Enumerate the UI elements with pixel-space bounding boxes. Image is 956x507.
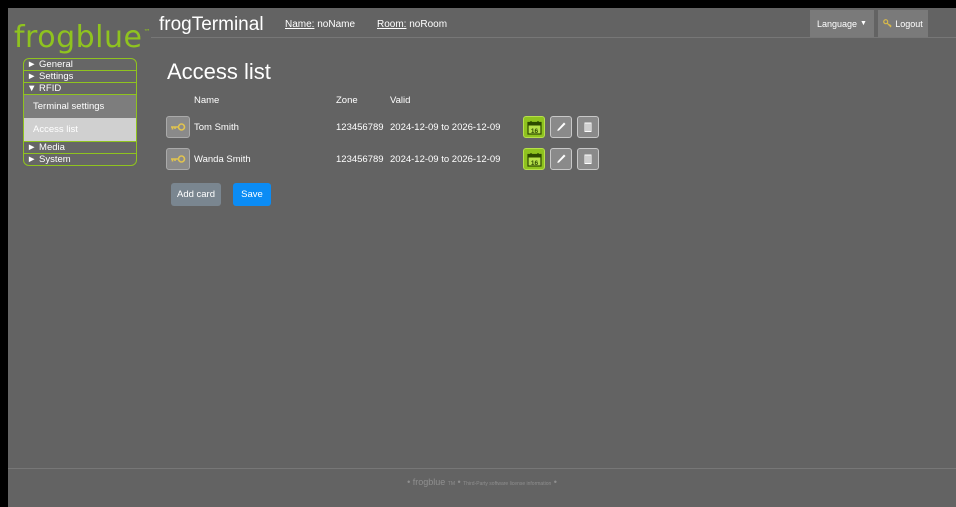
pencil-icon <box>557 122 566 131</box>
sidebar-item-terminal-settings[interactable]: Terminal settings <box>24 95 136 118</box>
license-link[interactable]: Third-Party software license information <box>463 481 551 487</box>
name-label: Name: <box>285 19 315 30</box>
footer-brand: frogblue <box>412 477 446 487</box>
pencil-icon <box>557 154 566 163</box>
room-value: noRoom <box>409 19 448 30</box>
column-header-name: Name <box>194 95 220 106</box>
edit-button[interactable] <box>550 116 572 138</box>
row-zone: 123456789 <box>336 154 384 165</box>
language-label: Language <box>817 18 858 29</box>
sidebar-item-general[interactable]: ► General <box>24 59 136 71</box>
logo-tm: ™ <box>143 28 151 36</box>
footer-tm: TM <box>447 481 456 487</box>
sidebar-item-access-list[interactable]: Access list <box>24 118 136 141</box>
row-valid: 2024-12-09 to 2026-12-09 <box>390 154 501 165</box>
logo-text: frogblue <box>14 20 143 55</box>
card-key-button[interactable] <box>166 148 190 170</box>
svg-text:16: 16 <box>530 159 538 166</box>
row-name: Wanda Smith <box>194 154 251 165</box>
svg-text:16: 16 <box>530 127 538 134</box>
device-name: Name: noName <box>285 19 355 30</box>
calendar-button[interactable]: 16 <box>523 148 545 170</box>
footer: • frogblue TM • Third-Party software lic… <box>407 477 557 487</box>
app-title: frogTerminal <box>159 14 264 35</box>
sidebar-item-rfid[interactable]: ▼ RFID <box>24 83 136 95</box>
app-window: frogblue™ frogTerminal Name: noName Room… <box>8 8 956 507</box>
save-button[interactable]: Save <box>233 183 271 206</box>
footer-divider <box>8 468 956 469</box>
row-zone: 123456789 <box>336 122 384 133</box>
delete-button[interactable] <box>577 116 599 138</box>
row-name: Tom Smith <box>194 122 239 133</box>
trash-icon <box>584 122 592 132</box>
key-icon <box>883 19 892 28</box>
edit-button[interactable] <box>550 148 572 170</box>
trash-icon <box>584 154 592 164</box>
key-icon <box>171 155 186 163</box>
delete-button[interactable] <box>577 148 599 170</box>
calendar-button[interactable]: 16 <box>523 116 545 138</box>
sidebar-nav: ► General ► Settings ▼ RFID Terminal set… <box>23 58 137 166</box>
calendar-icon: 16 <box>526 120 542 134</box>
language-dropdown[interactable]: Language ▼ <box>810 10 874 37</box>
rfid-submenu: Terminal settings Access list <box>24 95 136 142</box>
device-room: Room: noRoom <box>377 19 447 30</box>
sidebar-item-settings[interactable]: ► Settings <box>24 71 136 83</box>
sidebar-item-system[interactable]: ► System <box>24 154 136 165</box>
room-label: Room: <box>377 19 407 30</box>
column-header-valid: Valid <box>390 95 411 106</box>
frogblue-logo: frogblue™ <box>14 20 151 55</box>
add-card-button[interactable]: Add card <box>171 183 221 206</box>
row-valid: 2024-12-09 to 2026-12-09 <box>390 122 501 133</box>
card-key-button[interactable] <box>166 116 190 138</box>
caret-down-icon: ▼ <box>860 20 867 27</box>
sidebar-item-media[interactable]: ► Media <box>24 142 136 154</box>
logout-button[interactable]: Logout <box>878 10 928 37</box>
logout-label: Logout <box>895 18 923 29</box>
key-icon <box>171 123 186 131</box>
calendar-icon: 16 <box>526 152 542 166</box>
column-header-zone: Zone <box>336 95 358 106</box>
name-value: noName <box>317 19 356 30</box>
page-title: Access list <box>167 59 271 84</box>
header-divider <box>151 37 956 38</box>
